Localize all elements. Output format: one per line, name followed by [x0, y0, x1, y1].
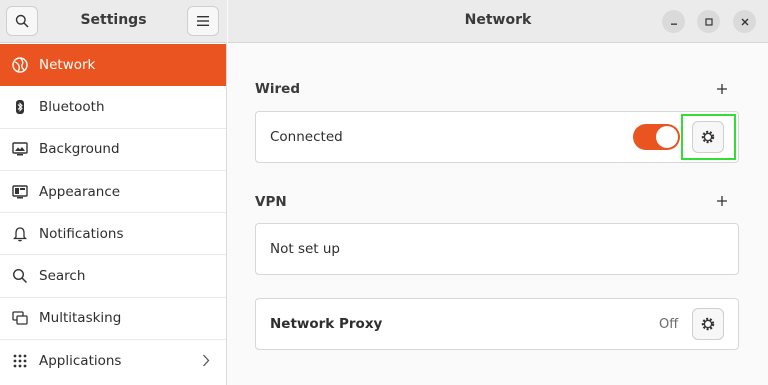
sidebar-item-label: Multitasking	[39, 310, 122, 327]
appearance-icon	[12, 184, 28, 200]
sidebar-item-search[interactable]: Search	[0, 255, 226, 298]
maximize-icon	[704, 17, 713, 26]
sidebar-item-notifications[interactable]: Notifications	[0, 213, 226, 256]
sidebar-item-network[interactable]: Network	[0, 44, 226, 87]
sidebar-list: Network Bluetooth Background Appearance	[0, 44, 226, 382]
settings-window: Settings Network Bluetooth Background Ap…	[0, 0, 768, 385]
background-icon	[12, 141, 28, 157]
sidebar-item-appearance[interactable]: Appearance	[0, 171, 226, 214]
chevron-right-icon	[202, 354, 210, 371]
close-button[interactable]	[733, 10, 756, 33]
vpn-status-label: Not set up	[270, 241, 340, 257]
gear-icon	[701, 317, 715, 331]
sidebar-item-applications[interactable]: Applications	[0, 340, 226, 382]
network-proxy-label: Network Proxy	[270, 316, 383, 332]
minimize-icon	[670, 23, 677, 25]
main-header: Network	[228, 0, 768, 43]
sidebar-item-bluetooth[interactable]: Bluetooth	[0, 86, 226, 129]
wired-toggle[interactable]	[633, 124, 680, 150]
hamburger-icon	[197, 16, 209, 26]
bluetooth-icon	[12, 99, 28, 115]
close-icon	[741, 18, 748, 25]
network-panel: Wired Connected VPN Not set up Network P…	[228, 44, 768, 385]
wired-section-title: Wired	[255, 81, 300, 97]
toggle-knob	[656, 126, 678, 148]
sidebar: Settings Network Bluetooth Background Ap…	[0, 0, 227, 385]
highlight-box	[681, 114, 736, 160]
network-globe-icon	[12, 56, 28, 73]
search-icon	[12, 268, 28, 284]
menu-button[interactable]	[187, 6, 219, 36]
maximize-button[interactable]	[697, 10, 720, 33]
page-title: Network	[464, 12, 532, 28]
bell-icon	[12, 226, 28, 242]
wired-connection-row: Connected	[255, 111, 739, 163]
sidebar-item-label: Background	[39, 141, 120, 158]
plus-icon	[717, 196, 727, 206]
sidebar-header: Settings	[0, 0, 227, 43]
multitasking-icon	[12, 310, 28, 326]
add-wired-button[interactable]	[714, 81, 730, 97]
sidebar-item-label: Search	[39, 268, 86, 285]
sidebar-item-label: Network	[39, 56, 96, 73]
sidebar-item-background[interactable]: Background	[0, 129, 226, 171]
minimize-button[interactable]	[662, 10, 685, 33]
vpn-section-title: VPN	[255, 194, 287, 210]
proxy-settings-button[interactable]	[692, 308, 724, 340]
sidebar-item-label: Notifications	[39, 225, 124, 242]
plus-icon	[717, 84, 727, 94]
sidebar-item-label: Bluetooth	[39, 98, 105, 115]
vpn-row: Not set up	[255, 223, 739, 275]
add-vpn-button[interactable]	[714, 193, 730, 209]
grid-dots-icon	[12, 353, 28, 369]
sidebar-item-multitasking[interactable]: Multitasking	[0, 298, 226, 341]
wired-status-label: Connected	[270, 129, 343, 145]
proxy-status-value: Off	[659, 317, 679, 332]
sidebar-item-label: Appearance	[39, 183, 121, 200]
sidebar-item-label: Applications	[39, 353, 122, 370]
network-proxy-row[interactable]: Network Proxy Off	[255, 298, 739, 350]
